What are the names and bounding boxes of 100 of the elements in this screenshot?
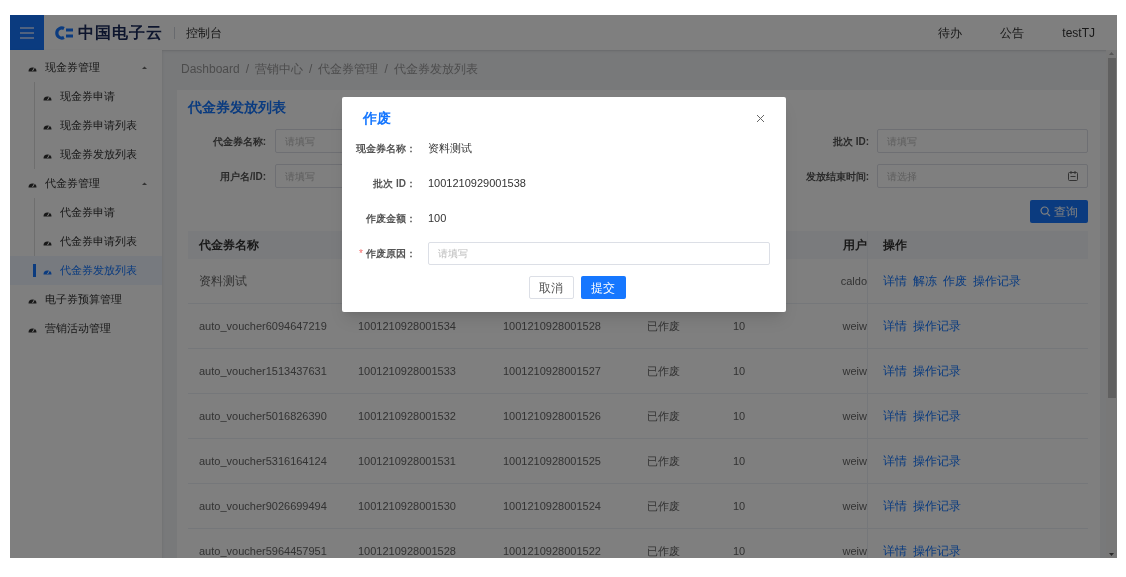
table-cell: 已作废	[647, 454, 680, 467]
close-button[interactable]	[754, 112, 766, 124]
menu-item[interactable]: 代金券申请	[10, 198, 162, 227]
caret-icon	[141, 65, 148, 70]
action-link[interactable]: 详情	[883, 542, 907, 558]
field-label: 作废原因：	[366, 247, 416, 261]
action-link[interactable]: 操作记录	[913, 452, 961, 470]
menu-item[interactable]: 代金券申请列表	[10, 227, 162, 256]
field-label: 批次 ID:	[831, 134, 869, 149]
logo-icon	[55, 25, 74, 40]
field-label: 现金券名称：	[356, 142, 416, 156]
caret-icon	[141, 181, 148, 186]
action-link[interactable]: 作废	[943, 272, 967, 290]
menu-item[interactable]: 代金券发放列表	[10, 256, 162, 285]
table-cell: 1001210928001532	[358, 409, 456, 422]
table-cell: 1001210928001531	[358, 454, 456, 467]
table-cell: 已作废	[647, 544, 680, 557]
table-cell: 已作废	[647, 409, 680, 422]
column-header: 代金券名称	[198, 237, 260, 254]
header-link[interactable]: 公告	[1000, 23, 1025, 42]
table-cell: 1001210928001534	[358, 319, 456, 332]
action-link[interactable]: 操作记录	[913, 407, 961, 425]
table-cell: 1001210928001526	[503, 409, 601, 422]
table-cell: 10	[733, 319, 746, 332]
table-cell: auto_voucher9026699494	[199, 499, 327, 512]
table-cell: 1001210928001522	[503, 544, 601, 557]
scroll-down-icon[interactable]	[1108, 550, 1115, 558]
action-link[interactable]: 详情	[883, 362, 907, 380]
menu-item[interactable]: 现金券申请列表	[10, 111, 162, 140]
table-cell: auto_voucher6094647219	[199, 319, 327, 332]
table-cell: 10	[733, 409, 746, 422]
table-cell-text: weiw	[842, 453, 867, 469]
table-cell: 10	[733, 364, 746, 377]
table-cell: 10	[733, 499, 746, 512]
field-label: 批次 ID：	[373, 177, 416, 191]
table-cell-text: weiw	[842, 318, 867, 334]
action-link[interactable]: 详情	[883, 407, 907, 425]
menu-button[interactable]	[10, 15, 44, 50]
action-link[interactable]: 详情	[883, 452, 907, 470]
field-value: 1001210929001538	[428, 176, 526, 192]
scroll-up-icon[interactable]	[1108, 50, 1115, 58]
menu-item[interactable]: 现金券发放列表	[10, 140, 162, 169]
column-header: 用户	[842, 237, 867, 254]
breadcrumb-separator: /	[384, 60, 388, 78]
table-cell-text: weiw	[842, 543, 867, 558]
action-link[interactable]: 操作记录	[913, 362, 961, 380]
table-cell-text: weiw	[842, 363, 867, 379]
menu-item[interactable]: 代金券管理	[10, 169, 162, 198]
breadcrumb-separator: /	[245, 60, 250, 78]
action-link[interactable]: 详情	[883, 317, 907, 335]
dialog-title: 作废	[363, 108, 391, 128]
field-label: 发放结束时间:	[804, 169, 869, 184]
table-cell-text: caldo	[840, 273, 867, 289]
table-cell: auto_voucher1513437631	[199, 364, 327, 377]
action-link[interactable]: 操作记录	[973, 272, 1021, 290]
table-cell: 1001210928001530	[358, 499, 456, 512]
table-cell-text: weiw	[842, 498, 867, 514]
field-value: 100	[428, 211, 447, 227]
menu-item[interactable]: 现金券管理	[10, 53, 162, 82]
table-cell: 已作废	[647, 499, 680, 512]
field-value: 资料测试	[428, 141, 472, 157]
menu-icon	[20, 26, 34, 39]
action-link[interactable]: 解冻	[913, 272, 937, 290]
table-cell: 1001210928001528	[503, 319, 601, 332]
action-link[interactable]: 操作记录	[913, 497, 961, 515]
table-cell-text: weiw	[842, 408, 867, 424]
action-link[interactable]: 操作记录	[913, 542, 961, 558]
table-cell: 1001210928001525	[503, 454, 601, 467]
user-name[interactable]: testTJ	[1062, 23, 1095, 42]
field-label: 作废金额：	[366, 212, 416, 226]
menu-item[interactable]: 营销活动管理	[10, 314, 162, 343]
table-cell: 1001210928001528	[358, 544, 456, 557]
table-cell: 已作废	[647, 319, 680, 332]
action-link[interactable]: 操作记录	[913, 317, 961, 335]
header-link[interactable]: 待办	[938, 23, 963, 42]
table-cell: 资料测试	[199, 274, 247, 288]
logo-text: 中国电子云	[78, 22, 163, 43]
action-link[interactable]: 详情	[883, 272, 907, 290]
table-cell: 1001210928001524	[503, 499, 601, 512]
table-cell: auto_voucher5016826390	[199, 409, 327, 422]
field-label: 用户名/ID:	[218, 169, 266, 184]
menu-item[interactable]: 电子券预算管理	[10, 285, 162, 314]
action-link[interactable]: 详情	[883, 497, 907, 515]
card-title: 代金券发放列表	[188, 98, 287, 117]
search-icon	[1040, 206, 1051, 217]
menu-item[interactable]: 现金券申请	[10, 82, 162, 111]
table-cell: auto_voucher5964457951	[199, 544, 327, 557]
field-label: 代金券名称:	[211, 134, 266, 149]
submit-button[interactable]: 提交	[580, 276, 626, 299]
table-cell: 1001210928001527	[503, 364, 601, 377]
column-header: 操作	[867, 231, 907, 259]
cancel-button[interactable]: 取消	[528, 276, 574, 299]
search-button[interactable]: 查询	[1030, 200, 1088, 223]
required-mark: *	[359, 247, 363, 261]
close-icon	[755, 113, 765, 123]
scrollbar-thumb[interactable]	[1107, 58, 1116, 398]
table-cell: 1001210928001533	[358, 364, 456, 377]
breadcrumb-separator: /	[309, 60, 313, 78]
table-cell: 10	[733, 454, 746, 467]
calendar-icon	[1068, 171, 1078, 181]
